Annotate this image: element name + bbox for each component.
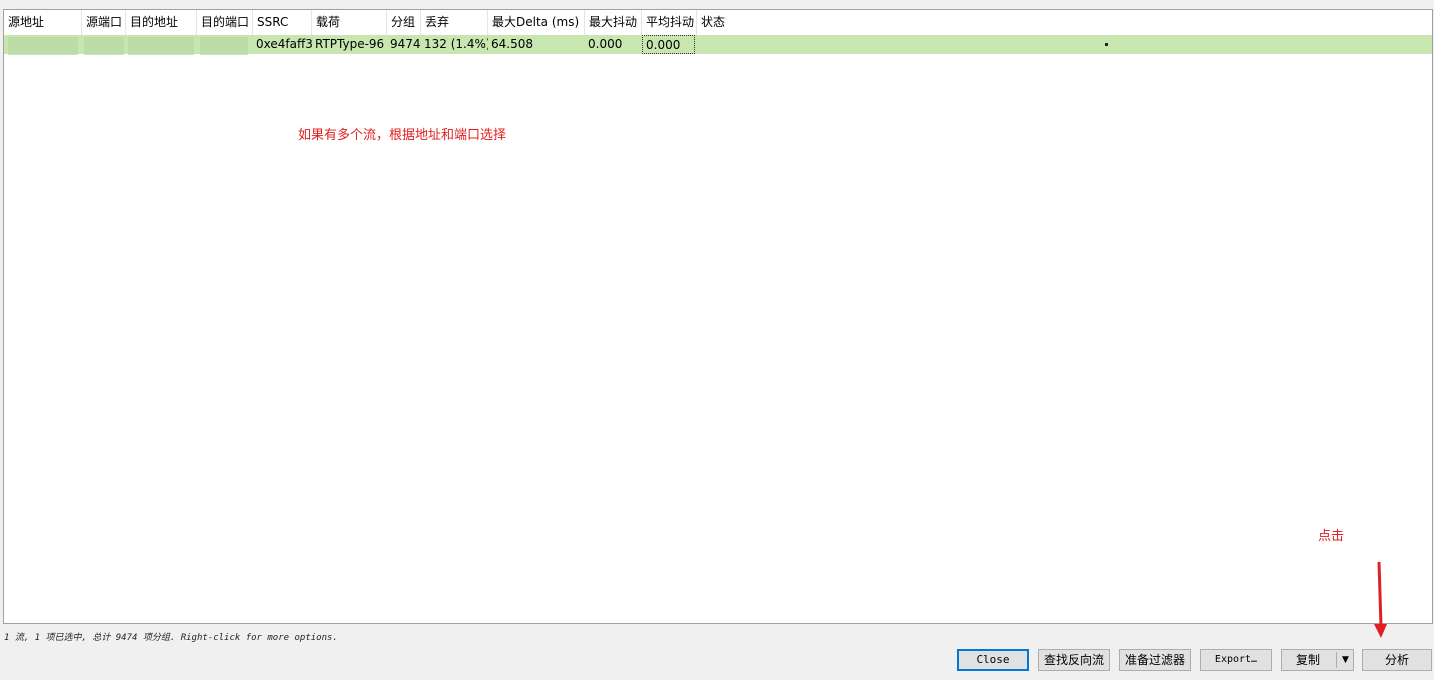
col-header-max-jitter[interactable]: 最大抖动 (585, 10, 642, 35)
cell-packets: 9474 (390, 37, 421, 51)
col-header-dst-addr[interactable]: 目的地址 (126, 10, 197, 35)
top-strip (0, 0, 1434, 9)
copy-button-divider (1336, 652, 1337, 668)
col-header-ssrc[interactable]: SSRC (253, 10, 312, 35)
redacted-dst-addr (128, 37, 194, 55)
col-header-max-delta[interactable]: 最大Delta (ms) (488, 10, 585, 35)
redacted-src-addr (8, 37, 78, 55)
rtp-streams-dialog: 源地址^ 源端口 目的地址 目的端口 SSRC 载荷 分组 丢弃 最大Delta… (0, 0, 1434, 680)
cell-ssrc: 0xe4faff3 (256, 37, 312, 51)
find-reverse-button[interactable]: 查找反向流 (1038, 649, 1110, 671)
cell-max-delta: 64.508 (491, 37, 533, 51)
annotation-click-hint: 点击 (1318, 529, 1345, 544)
col-header-packets[interactable]: 分组 (387, 10, 421, 35)
col-header-status[interactable]: 状态 (697, 10, 1432, 35)
annotation-stream-hint: 如果有多个流，根据地址和端口选择 (298, 128, 507, 143)
cell-max-jitter: 0.000 (588, 37, 623, 51)
chevron-down-icon[interactable]: ▼ (1338, 650, 1353, 670)
copy-button-label: 复制 (1295, 653, 1320, 667)
table-header: 源地址^ 源端口 目的地址 目的端口 SSRC 载荷 分组 丢弃 最大Delta… (4, 10, 1432, 35)
status-line: 1 流, 1 项已选中, 总计 9474 项分组. Right-click fo… (4, 633, 338, 643)
col-header-lost[interactable]: 丢弃 (421, 10, 488, 35)
col-header-mean-jitter[interactable]: 平均抖动 (642, 10, 697, 35)
close-button[interactable]: Close (957, 649, 1029, 671)
cell-payload: RTPType-96 (315, 37, 385, 51)
col-header-src-port[interactable]: 源端口 (82, 10, 126, 35)
redacted-dst-port (200, 37, 248, 55)
cell-mean-jitter: 0.000 (642, 35, 695, 54)
cell-lost: 132 (1.4%) (424, 37, 488, 51)
red-arrow-icon (1374, 561, 1387, 638)
rtp-streams-table[interactable]: 源地址^ 源端口 目的地址 目的端口 SSRC 载荷 分组 丢弃 最大Delta… (3, 9, 1433, 624)
col-header-payload[interactable]: 载荷 (312, 10, 387, 35)
col-header-dst-port[interactable]: 目的端口 (197, 10, 253, 35)
col-header-src-addr[interactable]: 源地址^ (4, 10, 82, 35)
analyze-button[interactable]: 分析 (1362, 649, 1432, 671)
sort-ascending-icon: ^ (39, 10, 47, 13)
table-row[interactable]: 0xe4faff3 RTPType-96 9474 132 (1.4%) 64.… (4, 35, 1432, 55)
copy-button[interactable]: 复制 ▼ (1281, 649, 1354, 671)
prepare-filter-button[interactable]: 准备过滤器 (1119, 649, 1191, 671)
redacted-src-port (84, 37, 124, 55)
export-button[interactable]: Export… (1200, 649, 1272, 671)
status-dot-icon (1105, 43, 1108, 46)
